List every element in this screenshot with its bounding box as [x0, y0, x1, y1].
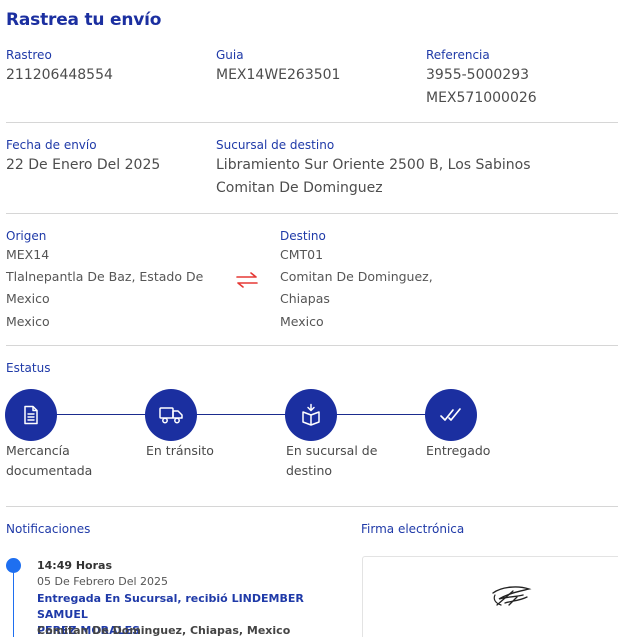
destination-code: CMT01 [280, 247, 324, 262]
notifications-label: Notificaciones [6, 522, 91, 536]
origin-line-3: Mexico [6, 314, 50, 329]
status-step-label-line: Entregado [426, 443, 491, 458]
status-step-label: Entregado [426, 441, 490, 461]
origin-line-1: Tlalnepantla De Baz, Estado De [6, 269, 204, 284]
status-step-label-line: En tránsito [146, 443, 214, 458]
reference-label: Referencia [426, 48, 490, 62]
guide-label: Guia [216, 48, 244, 62]
timeline-connector [13, 572, 14, 637]
origin-label: Origen [6, 229, 47, 243]
dest-branch-line-1: Libramiento Sur Oriente 2500 B, Los Sabi… [216, 157, 531, 173]
swap-arrows-icon [236, 272, 258, 288]
page-title: Rastrea tu envío [6, 10, 162, 30]
status-step-in-transit [145, 389, 197, 441]
status-step-label: En tránsito [146, 441, 214, 461]
status-label: Estatus [6, 361, 51, 375]
timeline-line [31, 414, 451, 415]
status-step-documented [5, 389, 57, 441]
origin-line-2: Mexico [6, 291, 50, 306]
divider [6, 506, 618, 507]
divider [6, 213, 618, 214]
status-step-label-line: destino [286, 462, 333, 478]
guide-value: MEX14WE263501 [216, 67, 341, 83]
destination-label: Destino [280, 229, 326, 243]
reference-value-1: 3955-5000293 [426, 67, 530, 83]
divider [6, 345, 618, 346]
ship-date-value: 22 De Enero Del 2025 [6, 157, 161, 173]
destination-line-3: Mexico [280, 314, 324, 329]
truck-icon [159, 407, 183, 424]
destination-line-1: Comitan De Dominguez, [280, 269, 433, 284]
notification-time: 14:49 Horas [37, 559, 113, 572]
destination-line-2: Chiapas [280, 291, 330, 306]
status-step-label-line: Mercancía [6, 443, 70, 458]
double-check-icon [440, 408, 461, 421]
reference-value-2: MEX571000026 [426, 90, 537, 106]
divider [6, 122, 618, 123]
tracking-value: 211206448554 [6, 67, 113, 83]
signature-label: Firma electrónica [361, 522, 465, 536]
signature-box [362, 556, 618, 637]
origin-code: MEX14 [6, 247, 50, 262]
status-step-label-line: documentada [6, 462, 93, 478]
ship-date-label: Fecha de envío [6, 138, 97, 152]
status-step-at-branch [285, 389, 337, 441]
timeline-dot [6, 558, 21, 573]
status-step-delivered [425, 389, 477, 441]
document-icon [24, 405, 38, 425]
signature-image [492, 586, 532, 606]
status-step-label: Mercancía documentada [6, 441, 92, 480]
notification-status-line: Entregada En Sucursal, recibió LINDEMBER… [37, 592, 304, 621]
status-step-label-line: En sucursal de [286, 443, 378, 458]
package-icon [302, 403, 320, 426]
notification-date: 05 De Febrero Del 2025 [37, 575, 169, 588]
dest-branch-label: Sucursal de destino [216, 138, 335, 152]
status-step-label: En sucursal de destino [286, 441, 377, 480]
tracking-label: Rastreo [6, 48, 52, 62]
dest-branch-line-2: Comitan De Dominguez [216, 180, 383, 196]
notification-location: Comitan De Dominguez, Chiapas, Mexico [37, 624, 291, 637]
